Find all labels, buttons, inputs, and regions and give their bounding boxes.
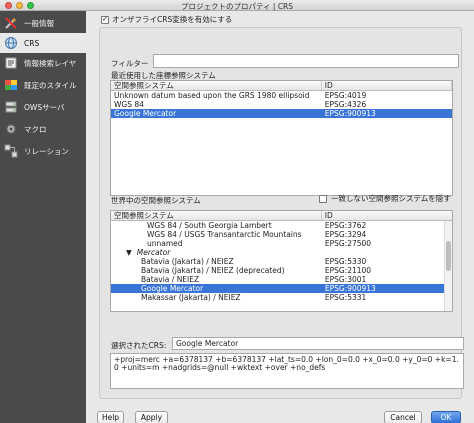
- world-crs-label: 世界中の空間参照システム: [111, 196, 201, 205]
- column-header-crs[interactable]: 空間参照システム: [111, 81, 322, 90]
- sidebar-item-general[interactable]: 一般情報: [0, 13, 86, 33]
- table-row[interactable]: WGS 84 / USGS Transantarctic Mountains E…: [111, 230, 452, 239]
- disclosure-triangle-icon[interactable]: ▼: [126, 248, 132, 257]
- crs-name: Google Mercator: [141, 284, 204, 293]
- sidebar-item-label: OWSサーバ: [24, 102, 65, 112]
- table-row[interactable]: WGS 84 EPSG:4326: [111, 100, 452, 109]
- crs-id: EPSG:3001: [324, 275, 367, 284]
- crs-name: Batavia (Jakarta) / NEIEZ: [141, 257, 234, 266]
- world-table-scrollbar[interactable]: [444, 221, 452, 311]
- selected-crs-label: 選択されたCRS:: [111, 341, 167, 350]
- crs-id: EPSG:3762: [324, 221, 367, 230]
- crs-id: EPSG:5330: [324, 257, 367, 266]
- crs-name: Google Mercator: [114, 109, 177, 118]
- style-icon: [3, 77, 19, 93]
- sidebar-item-label: 既定のスタイル: [24, 80, 77, 90]
- globe-icon: [3, 35, 19, 51]
- table-row[interactable]: Makassar (Jakarta) / NEIEZ EPSG:5331: [111, 293, 452, 302]
- sidebar-item-relations[interactable]: リレーション: [0, 141, 86, 161]
- crs-id: EPSG:3294: [324, 230, 367, 239]
- scrollbar-thumb[interactable]: [446, 241, 451, 271]
- crs-name: Unknown datum based upon the GRS 1980 el…: [114, 91, 310, 100]
- table-row[interactable]: WGS 84 / South Georgia Lambert EPSG:3762: [111, 221, 452, 230]
- crs-id: EPSG:4019: [324, 91, 367, 100]
- crs-group-name: Mercator: [136, 248, 171, 257]
- crs-panel: ✓ オンザフライCRS変換を有効にする フィルター 最近使用した座標参照システム…: [86, 11, 474, 423]
- hide-deprecated-row[interactable]: 一致しない空間参照システムを隠す: [319, 193, 451, 204]
- table-header: 空間参照システム ID: [111, 211, 452, 221]
- column-header-id[interactable]: ID: [322, 211, 452, 220]
- enable-otf-label: オンザフライCRS変換を有効にする: [112, 15, 233, 24]
- crs-id: EPSG:4326: [324, 100, 367, 109]
- sidebar-item-default-styles[interactable]: 既定のスタイル: [0, 75, 86, 95]
- crs-id: EPSG:5331: [324, 293, 367, 302]
- crs-group-box: フィルター 最近使用した座標参照システム 空間参照システム ID Unknown…: [99, 27, 464, 399]
- sidebar-item-label: マクロ: [24, 124, 47, 134]
- sidebar-item-label: リレーション: [24, 146, 69, 156]
- sidebar-item-macros[interactable]: マクロ: [0, 119, 86, 139]
- crs-name: Batavia (Jakarta) / NEIEZ (deprecated): [141, 266, 285, 275]
- table-row-selected[interactable]: Google Mercator EPSG:900913: [111, 109, 452, 118]
- world-crs-table[interactable]: 空間参照システム ID WGS 84 / South Georgia Lambe…: [110, 210, 453, 312]
- table-row[interactable]: Batavia (Jakarta) / NEIEZ EPSG:5330: [111, 257, 452, 266]
- crs-id: EPSG:900913: [324, 109, 376, 118]
- crs-name: Makassar (Jakarta) / NEIEZ: [141, 293, 241, 302]
- tree-group-cell: ▼ Mercator: [111, 248, 322, 257]
- column-header-id[interactable]: ID: [322, 81, 452, 90]
- window-titlebar: プロジェクトのプロパティ | CRS: [0, 0, 474, 11]
- sidebar: 一般情報 CRS 情報検索レイヤ 既定のスタイル OWSサーバ マクロ リレーシ…: [0, 11, 86, 423]
- hide-deprecated-label: 一致しない空間参照システムを隠す: [331, 194, 451, 203]
- crs-name: WGS 84 / South Georgia Lambert: [147, 221, 272, 230]
- table-row[interactable]: unnamed EPSG:27500: [111, 239, 452, 248]
- column-header-crs[interactable]: 空間参照システム: [111, 211, 322, 220]
- crs-name: WGS 84 / USGS Transantarctic Mountains: [147, 230, 302, 239]
- sidebar-item-crs[interactable]: CRS: [0, 33, 86, 53]
- sidebar-item-label: 情報検索レイヤ: [24, 58, 77, 68]
- filter-input[interactable]: [153, 54, 459, 68]
- gear-icon: [3, 121, 19, 137]
- crs-name: unnamed: [147, 239, 183, 248]
- crs-id: [322, 248, 452, 257]
- hide-deprecated-checkbox[interactable]: [319, 194, 327, 203]
- sidebar-item-ows-server[interactable]: OWSサーバ: [0, 97, 86, 117]
- enable-otf-checkbox[interactable]: ✓: [101, 15, 109, 24]
- table-row[interactable]: Unknown datum based upon the GRS 1980 el…: [111, 91, 452, 100]
- tree-group-row[interactable]: ▼ Mercator: [111, 248, 452, 257]
- tools-icon: [3, 15, 19, 31]
- recent-crs-table[interactable]: 空間参照システム ID Unknown datum based upon the…: [110, 80, 453, 196]
- apply-button[interactable]: Apply: [135, 411, 168, 423]
- crs-id: EPSG:27500: [324, 239, 372, 248]
- enable-otf-row[interactable]: ✓ オンザフライCRS変換を有効にする: [101, 14, 232, 25]
- selected-crs-value: Google Mercator: [172, 337, 464, 350]
- crs-id: EPSG:21100: [324, 266, 372, 275]
- identify-icon: [3, 55, 19, 71]
- table-header: 空間参照システム ID: [111, 81, 452, 91]
- crs-id: EPSG:900913: [324, 284, 376, 293]
- cancel-button[interactable]: Cancel: [384, 411, 422, 423]
- crs-name: WGS 84: [114, 100, 144, 109]
- proj-string-box[interactable]: +proj=merc +a=6378137 +b=6378137 +lat_ts…: [110, 353, 464, 389]
- sidebar-item-identify-layers[interactable]: 情報検索レイヤ: [0, 53, 86, 73]
- ows-server-icon: [3, 99, 19, 115]
- table-row-selected[interactable]: Google Mercator EPSG:900913: [111, 284, 452, 293]
- sidebar-item-label: 一般情報: [24, 18, 54, 28]
- table-row[interactable]: Batavia / NEIEZ EPSG:3001: [111, 275, 452, 284]
- crs-name: Batavia / NEIEZ: [141, 275, 200, 284]
- ok-button[interactable]: OK: [431, 411, 461, 423]
- help-button[interactable]: Help: [97, 411, 124, 423]
- filter-label: フィルター: [111, 59, 149, 68]
- sidebar-item-label: CRS: [24, 38, 40, 48]
- table-row[interactable]: Batavia (Jakarta) / NEIEZ (deprecated) E…: [111, 266, 452, 275]
- relation-icon: [3, 143, 19, 159]
